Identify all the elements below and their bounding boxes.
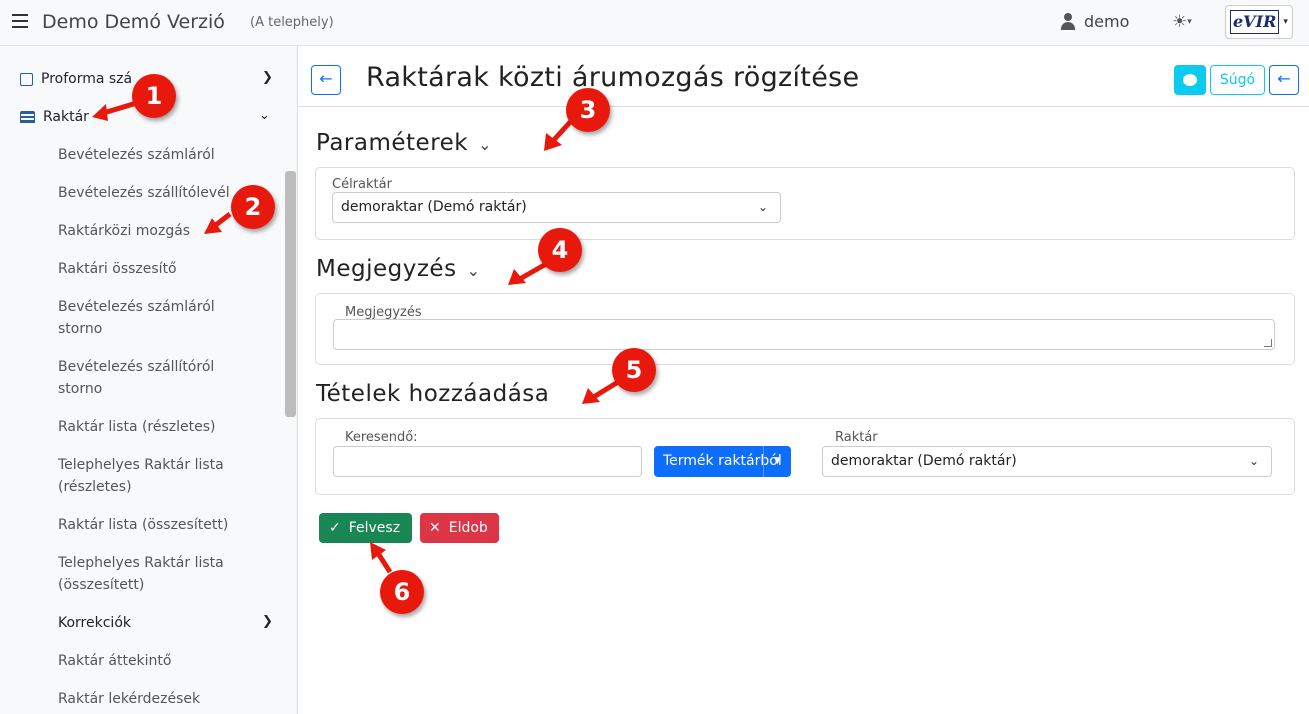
- select-value: demoraktar (Demó raktár): [341, 199, 527, 215]
- sidebar-subitem[interactable]: Bevételezés számláról storno: [58, 296, 238, 340]
- section-title-text: Megjegyzés: [316, 256, 457, 282]
- select-value: demoraktar (Demó raktár): [831, 453, 1017, 469]
- button-label: Felvesz: [348, 520, 401, 536]
- theme-toggle[interactable]: ☀▾: [1172, 12, 1192, 32]
- page-header: ← Raktárak közti árumozgás rögzítése Súg…: [298, 46, 1309, 107]
- arrow-left-icon: ←: [319, 69, 333, 88]
- target-warehouse-select[interactable]: demoraktar (Demó raktár) ⌄: [332, 192, 781, 223]
- sidebar-item-label: Raktár: [43, 109, 89, 125]
- discard-button[interactable]: ✕ Eldob: [420, 513, 499, 543]
- chevron-down-icon[interactable]: ⌄: [259, 108, 270, 123]
- arrow-left-icon: ←: [1277, 69, 1291, 88]
- logo: eVIR: [1230, 10, 1280, 34]
- annotation-marker: 6: [380, 570, 424, 614]
- sidebar-subitem[interactable]: Telephelyes Raktár lista (összesített): [58, 552, 238, 596]
- check-icon: ✓: [329, 520, 341, 536]
- caret-down-icon: ▾: [1283, 17, 1288, 27]
- annotation-marker: 4: [538, 228, 582, 272]
- sidebar-subitem-raktarkozi[interactable]: Raktárközi mozgás: [58, 220, 268, 242]
- warehouse-label: Raktár: [833, 430, 880, 445]
- top-bar: Demo Demó Verzió (A telephely) demo ☀▾ e…: [0, 0, 1309, 46]
- sidebar-item-label: Proforma szá: [41, 71, 133, 87]
- annotation-marker: 5: [612, 348, 656, 392]
- menu-icon[interactable]: [12, 14, 28, 28]
- sidebar-subitem[interactable]: Telephelyes Raktár lista (részletes): [58, 454, 248, 498]
- button-label: Eldob: [448, 520, 488, 536]
- warehouse-icon: [20, 111, 35, 123]
- params-card: Célraktár demoraktar (Demó raktár) ⌄: [315, 167, 1295, 240]
- sidebar-scrollbar[interactable]: [285, 171, 296, 417]
- page-title: Raktárak közti árumozgás rögzítése: [366, 62, 860, 93]
- app-title: Demo Demó Verzió: [42, 11, 225, 33]
- chat-icon: [1183, 74, 1197, 86]
- items-card: Keresendő: Termék raktárból ▼ Raktár dem…: [315, 418, 1295, 495]
- logo-menu[interactable]: eVIR ▾: [1225, 5, 1293, 39]
- help-button[interactable]: Súgó: [1210, 65, 1265, 95]
- annotation-marker: 3: [566, 88, 610, 132]
- note-card: Megjegyzés: [315, 293, 1295, 365]
- note-label: Megjegyzés: [343, 305, 424, 320]
- caret-down-icon[interactable]: ▼: [763, 446, 791, 477]
- sidebar-subitem[interactable]: Raktár lekérdezések: [58, 688, 268, 710]
- search-input[interactable]: [333, 446, 642, 477]
- sidebar-subitem[interactable]: Raktár lista (részletes): [58, 416, 268, 438]
- sidebar-item-proforma[interactable]: Proforma szá: [20, 71, 132, 87]
- note-textarea[interactable]: [333, 319, 1275, 350]
- chevron-down-icon: ⌄: [1248, 454, 1259, 468]
- sidebar-subitem[interactable]: Raktári összesítő: [58, 258, 268, 280]
- user-menu[interactable]: demo: [1060, 12, 1129, 31]
- document-icon: [20, 72, 33, 86]
- caret-down-icon: ▾: [1187, 17, 1192, 27]
- back-button[interactable]: ←: [311, 65, 341, 95]
- add-button[interactable]: ✓ Felvesz: [319, 513, 412, 543]
- section-note-title[interactable]: Megjegyzés ⌄: [316, 256, 480, 282]
- annotation-marker: 1: [132, 74, 176, 118]
- sidebar-item-raktar[interactable]: Raktár: [20, 109, 89, 125]
- user-icon: [1060, 13, 1076, 30]
- close-icon: ✕: [429, 520, 441, 536]
- main-content: ← Raktárak közti árumozgás rögzítése Súg…: [298, 46, 1309, 714]
- sidebar-subitem[interactable]: Raktár lista (összesített): [58, 514, 268, 536]
- section-title-text: Paraméterek: [316, 130, 469, 156]
- sidebar-subitem[interactable]: Raktár áttekintő: [58, 650, 268, 672]
- chevron-right-icon[interactable]: ❯: [262, 70, 273, 85]
- chat-button[interactable]: [1174, 65, 1206, 95]
- search-label: Keresendő:: [343, 430, 420, 445]
- sidebar-subitem[interactable]: Bevételezés számláról: [58, 144, 268, 166]
- product-from-warehouse-button[interactable]: Termék raktárból ▼: [654, 446, 791, 477]
- sidebar-subitem[interactable]: Bevételezés szállítóról storno: [58, 356, 238, 400]
- sun-icon: ☀: [1172, 12, 1188, 32]
- sidebar: Proforma szá ❯ Raktár ⌄ Bevételezés szám…: [0, 46, 298, 714]
- target-warehouse-label: Célraktár: [330, 177, 394, 192]
- chevron-down-icon: ⌄: [757, 200, 768, 214]
- user-name: demo: [1084, 12, 1130, 31]
- chevron-down-icon: ⌄: [466, 261, 481, 280]
- sidebar-subitem-korrekciok[interactable]: Korrekciók: [58, 612, 268, 634]
- section-params-title[interactable]: Paraméterek ⌄: [316, 130, 492, 156]
- section-items-title: Tételek hozzáadása: [316, 381, 550, 407]
- app-subtitle: (A telephely): [250, 15, 334, 30]
- back-button-right[interactable]: ←: [1269, 65, 1299, 95]
- annotation-marker: 2: [231, 185, 275, 229]
- chevron-down-icon: ⌄: [478, 135, 493, 154]
- warehouse-select[interactable]: demoraktar (Demó raktár) ⌄: [822, 446, 1272, 477]
- chevron-right-icon[interactable]: ❯: [262, 614, 273, 629]
